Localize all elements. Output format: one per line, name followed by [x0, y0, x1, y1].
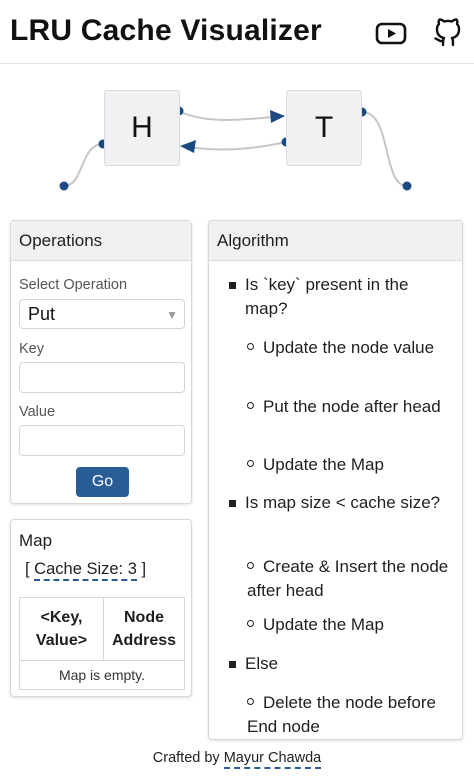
map-table: <Key, Value> Node Address Map is empty.: [19, 597, 185, 690]
square-bullet-icon: [229, 500, 236, 507]
algorithm-substep-text: Create & Insert the node after head: [247, 557, 449, 600]
algorithm-step: Is `key` present in the map?: [229, 273, 453, 321]
column-header-line: Node: [124, 609, 164, 626]
circle-bullet-icon: [247, 698, 254, 705]
tail-node: T: [286, 90, 362, 166]
connector-dot: [59, 181, 69, 191]
go-button[interactable]: Go: [76, 467, 129, 497]
circle-bullet-icon: [247, 620, 254, 627]
cache-size-suffix: ]: [136, 560, 147, 578]
column-header-line: Value>: [35, 632, 88, 649]
algorithm-substep: Update the Map: [247, 453, 455, 477]
circle-bullet-icon: [247, 343, 254, 350]
algorithm-substep: Update the Map: [247, 613, 455, 637]
app-title: LRU Cache Visualizer: [10, 14, 322, 47]
algorithm-substep-text: Update the node value: [263, 338, 435, 357]
arrow-left-icon: [180, 140, 196, 153]
algorithm-step-text: Is map size < cache size?: [245, 493, 441, 512]
cache-size-label[interactable]: Cache Size: 3: [34, 560, 137, 581]
operation-select[interactable]: Put ▼: [19, 299, 185, 329]
linked-list-diagram: H T: [0, 64, 474, 214]
footer: Crafted by Mayur Chawda: [0, 750, 474, 769]
column-header-node-address: Node Address: [104, 598, 184, 660]
circle-bullet-icon: [247, 460, 254, 467]
key-label: Key: [19, 341, 44, 357]
select-operation-label: Select Operation: [19, 277, 128, 293]
map-empty-message: Map is empty.: [20, 660, 184, 689]
column-header-line: Address: [111, 632, 177, 649]
algorithm-substep: Put the node after head: [247, 395, 455, 419]
column-header-line: <Key,: [40, 609, 83, 626]
algorithm-step: Is map size < cache size?: [229, 491, 453, 515]
cache-size-text: [ Cache Size: 3 ]: [25, 560, 147, 581]
value-label: Value: [19, 404, 56, 420]
square-bullet-icon: [229, 661, 236, 668]
connector-lines: [59, 106, 412, 191]
algorithm-substep-text: Update the Map: [263, 615, 384, 634]
algorithm-substep: Update the node value: [247, 336, 455, 360]
algorithm-substep: Create & Insert the node after head: [247, 555, 455, 603]
algorithm-substep-text: Delete the node before End node: [247, 693, 436, 736]
algorithm-step-text: Else: [245, 654, 279, 673]
github-icon[interactable]: [430, 14, 466, 50]
algorithm-panel: Algorithm Is `key` present in the map? U…: [208, 220, 463, 740]
head-node: H: [104, 90, 180, 166]
algorithm-step: Else: [229, 652, 453, 676]
arrow-right-icon: [270, 110, 285, 123]
map-title: Map: [19, 531, 53, 550]
algorithm-substep: Delete the node before End node: [247, 691, 455, 739]
value-input[interactable]: [19, 425, 185, 456]
footer-prefix: Crafted by: [152, 750, 224, 766]
operation-select-value: Put: [28, 304, 56, 324]
algorithm-step-text: Is `key` present in the map?: [245, 275, 409, 318]
circle-bullet-icon: [247, 562, 254, 569]
circle-bullet-icon: [247, 402, 254, 409]
chevron-down-icon: ▼: [166, 308, 178, 322]
algorithm-substep-text: Update the Map: [263, 455, 384, 474]
youtube-icon[interactable]: [374, 18, 408, 48]
cache-size-prefix: [: [25, 560, 35, 578]
operations-title: Operations: [11, 221, 191, 261]
map-panel: Map [ Cache Size: 3 ] <Key, Value> Node …: [10, 519, 192, 697]
connector-dot: [402, 181, 412, 191]
algorithm-substep-text: Put the node after head: [263, 397, 441, 416]
app-header: LRU Cache Visualizer: [0, 0, 474, 64]
author-link[interactable]: Mayur Chawda: [223, 750, 322, 769]
algorithm-title: Algorithm: [209, 221, 462, 261]
column-header-key-value: <Key, Value>: [20, 598, 104, 660]
square-bullet-icon: [229, 282, 236, 289]
key-input[interactable]: [19, 362, 185, 393]
operations-panel: Operations Select Operation Put ▼ Key Va…: [10, 220, 192, 504]
